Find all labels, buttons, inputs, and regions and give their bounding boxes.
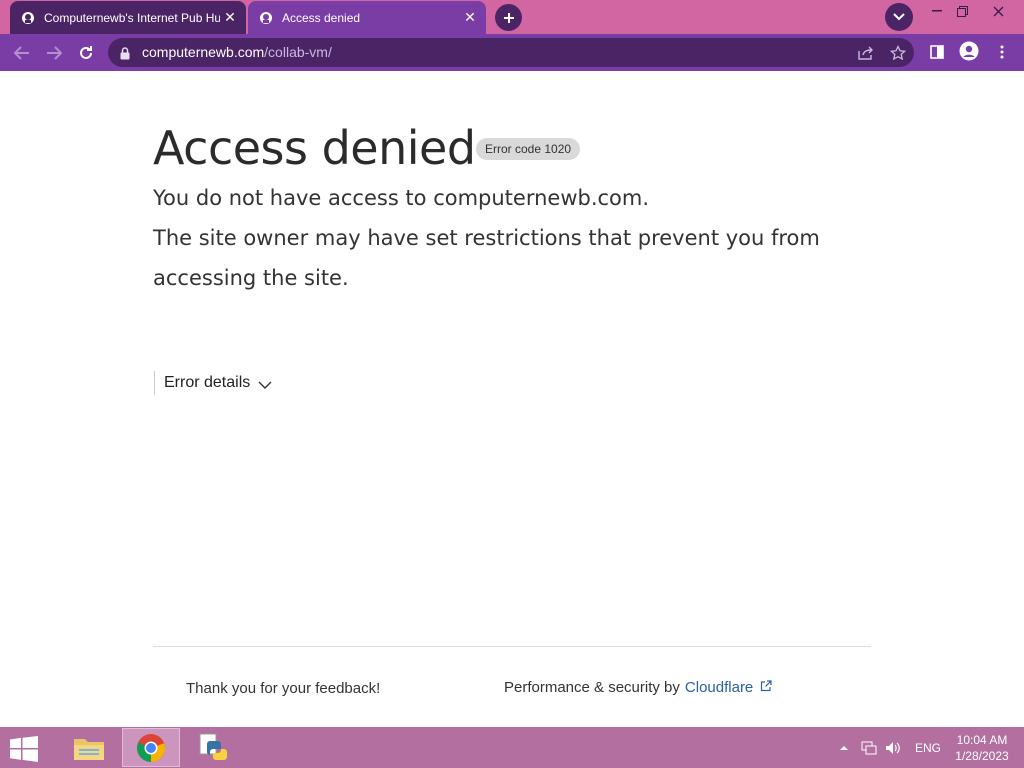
reload-icon — [80, 46, 92, 59]
performance-prefix: Performance & security by — [504, 679, 680, 696]
page-content: Access denied Error code 1020 You do not… — [0, 71, 1024, 727]
cloudflare-link[interactable]: Cloudflare — [685, 679, 753, 696]
close-icon[interactable]: ✕ — [460, 8, 480, 28]
taskbar: ENG 10:04 AM 1/28/2023 — [0, 727, 1024, 768]
share-icon[interactable] — [856, 43, 876, 63]
side-panel-icon[interactable] — [926, 41, 948, 63]
browser-toolbar: computernewb.com/collab-vm/ — [0, 34, 1024, 71]
chrome-icon — [137, 733, 165, 762]
language-indicator[interactable]: ENG — [915, 727, 941, 768]
tab-access-denied[interactable]: Access denied ✕ — [248, 1, 486, 34]
taskbar-chrome[interactable] — [122, 728, 180, 767]
new-tab-button[interactable] — [495, 4, 522, 31]
close-icon[interactable]: ✕ — [220, 8, 240, 28]
error-details-toggle[interactable]: Error details — [154, 371, 272, 395]
close-icon — [993, 6, 1003, 16]
page-title: Access denied — [153, 121, 476, 175]
site-favicon-icon — [258, 10, 274, 26]
taskbar-python[interactable] — [184, 728, 242, 767]
tab-title: Computernewb's Internet Pub Hu — [44, 10, 220, 25]
volume-icon[interactable] — [885, 727, 901, 768]
forward-button[interactable] — [40, 39, 68, 67]
chevron-down-icon — [893, 13, 905, 21]
restriction-message-line1: The site owner may have set restrictions… — [153, 226, 820, 250]
clock-time: 10:04 AM — [956, 733, 1008, 747]
clock-date: 1/28/2023 — [955, 749, 1009, 763]
external-link-icon[interactable] — [760, 679, 772, 696]
network-icon[interactable] — [861, 727, 877, 768]
menu-icon[interactable] — [991, 41, 1013, 63]
address-bar[interactable]: computernewb.com/collab-vm/ — [108, 38, 914, 67]
tray-overflow-icon[interactable] — [840, 727, 848, 768]
window-close-button[interactable] — [983, 2, 1013, 20]
folder-icon — [74, 738, 104, 760]
plus-icon — [503, 12, 514, 23]
tab-strip: Computernewb's Internet Pub Hu ✕ Access … — [0, 0, 1024, 34]
error-details-label: Error details — [164, 374, 251, 391]
minimize-icon — [932, 10, 942, 12]
clock[interactable]: 10:04 AM 1/28/2023 — [950, 732, 1014, 764]
footer-divider — [153, 646, 871, 647]
arrow-right-icon — [47, 46, 62, 60]
taskbar-file-explorer[interactable] — [60, 728, 118, 767]
tab-search-button[interactable] — [885, 3, 913, 31]
windows-logo-icon — [10, 736, 38, 762]
tab-title: Access denied — [282, 10, 361, 25]
access-message: You do not have access to computernewb.c… — [153, 186, 650, 210]
tab-computernewb[interactable]: Computernewb's Internet Pub Hu ✕ — [10, 1, 246, 34]
profile-avatar-icon[interactable] — [958, 40, 980, 62]
reload-button[interactable] — [72, 39, 100, 67]
back-button[interactable] — [8, 39, 36, 67]
lock-icon[interactable] — [120, 45, 130, 64]
restriction-message-line2: accessing the site. — [153, 266, 349, 290]
restore-button[interactable] — [947, 2, 977, 20]
restore-icon — [956, 5, 968, 17]
performance-credit: Performance & security by Cloudflare — [504, 679, 772, 696]
feedback-text: Thank you for your feedback! — [186, 680, 381, 697]
start-button[interactable] — [10, 736, 42, 762]
error-code-badge: Error code 1020 — [476, 138, 581, 160]
url-text: computernewb.com/collab-vm/ — [142, 44, 332, 60]
chevron-down-icon — [258, 374, 272, 393]
url-domain: computernewb.com — [142, 44, 265, 60]
star-icon[interactable] — [888, 43, 908, 63]
url-path: /collab-vm/ — [264, 44, 332, 60]
arrow-left-icon — [14, 46, 29, 60]
site-favicon-icon — [20, 10, 36, 26]
python-icon — [199, 733, 227, 760]
